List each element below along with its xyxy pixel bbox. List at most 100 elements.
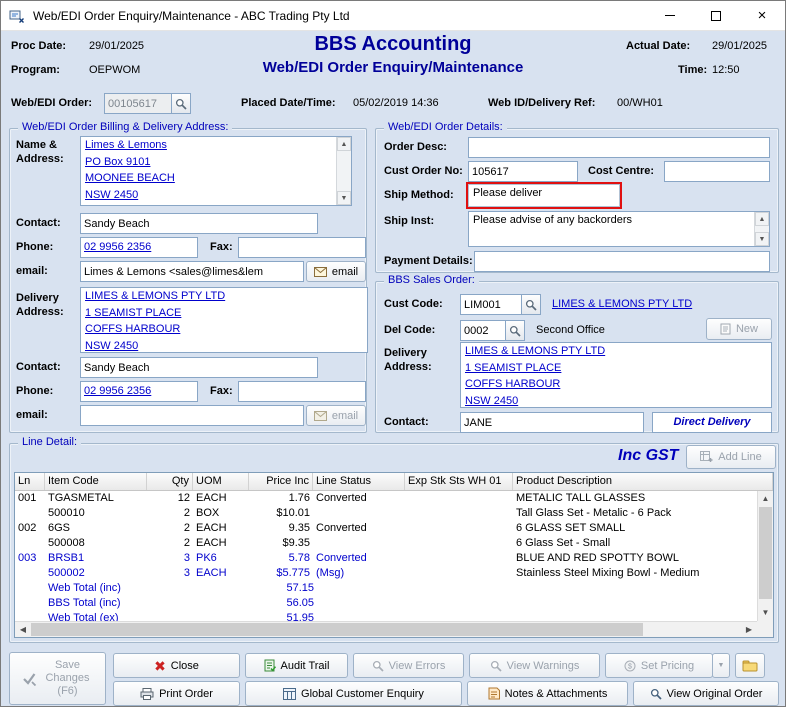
minimize-button[interactable]: [647, 1, 693, 30]
billing-phone-field[interactable]: 02 9956 2356: [80, 237, 198, 258]
global-customer-enquiry-button[interactable]: Global Customer Enquiry: [245, 681, 462, 706]
order-desc-input[interactable]: [468, 137, 770, 158]
del-code-label: Del Code:: [384, 324, 435, 336]
phone-link[interactable]: 02 9956 2356: [81, 382, 197, 397]
billing-address-link[interactable]: MOONEE BEACH: [81, 170, 351, 187]
search-icon: [175, 98, 187, 110]
cell-ln: [15, 536, 45, 551]
actual-date-value: 29/01/2025: [712, 40, 767, 52]
delivery-address-link[interactable]: COFFS HARBOUR: [81, 321, 367, 338]
view-errors-button[interactable]: View Errors: [353, 653, 464, 678]
bbs-delivery-link[interactable]: 1 SEAMIST PLACE: [461, 360, 771, 377]
ship-inst-field[interactable]: Please advise of any backorders ▲ ▼: [468, 211, 770, 247]
delivery-address-link[interactable]: 1 SEAMIST PLACE: [81, 305, 367, 322]
billing-contact-input[interactable]: [80, 213, 318, 234]
web-edi-order-input[interactable]: [104, 93, 172, 114]
del-code-input[interactable]: [460, 320, 506, 341]
notes-attachments-button[interactable]: Notes & Attachments: [467, 681, 628, 706]
program-label: Program:: [11, 64, 60, 76]
window-title: Web/EDI Order Enquiry/Maintenance - ABC …: [33, 9, 350, 23]
scroll-up-icon[interactable]: ▲: [758, 491, 773, 507]
delivery-address-link[interactable]: NSW 2450: [81, 338, 367, 354]
table-row[interactable]: 500008 2 EACH $9.35 6 Glass Set - Small: [15, 536, 757, 551]
close-button[interactable]: ×: [739, 1, 785, 30]
name-address-label: Name & Address:: [16, 138, 74, 166]
cell-line-status: [313, 536, 405, 551]
save-changes-button[interactable]: Save Changes (F6): [9, 652, 106, 705]
add-line-label: Add Line: [718, 451, 761, 463]
delivery-email-input[interactable]: [80, 405, 304, 426]
audit-trail-button[interactable]: Audit Trail: [245, 653, 348, 678]
cust-order-input[interactable]: [468, 161, 578, 182]
billing-address-scrollbar[interactable]: ▲ ▼: [336, 137, 351, 205]
payment-details-input[interactable]: [474, 251, 770, 272]
folder-button[interactable]: [735, 653, 765, 678]
cell-ln: 002: [15, 521, 45, 536]
ship-inst-scrollbar[interactable]: ▲ ▼: [754, 212, 769, 246]
scrollbar-corner: [757, 621, 773, 637]
scroll-down-icon[interactable]: ▼: [337, 191, 351, 205]
close-order-button[interactable]: ✖ Close: [113, 653, 240, 678]
table-row[interactable]: 002 6GS 2 EACH 9.35 Converted 6 GLASS SE…: [15, 521, 757, 536]
email-label: email:: [16, 265, 48, 277]
vertical-scroll-thumb[interactable]: [759, 507, 772, 599]
order-lookup-button[interactable]: [171, 93, 191, 114]
horizontal-scroll-thumb[interactable]: [31, 623, 643, 636]
bbs-delivery-link[interactable]: LIMES & LEMONS PTY LTD: [461, 343, 771, 360]
print-order-button[interactable]: Print Order: [113, 681, 240, 706]
delivery-phone-field[interactable]: 02 9956 2356: [80, 381, 198, 402]
billing-fax-input[interactable]: [238, 237, 366, 258]
billing-address-link[interactable]: PO Box 9101: [81, 154, 351, 171]
bbs-delivery-link[interactable]: NSW 2450: [461, 393, 771, 409]
table-vertical-scrollbar[interactable]: ▲ ▼: [757, 491, 773, 621]
scroll-up-icon[interactable]: ▲: [337, 137, 351, 151]
billing-email-input[interactable]: [80, 261, 304, 282]
ship-inst-text: Please advise of any backorders: [469, 212, 769, 228]
cust-code-lookup-button[interactable]: [521, 294, 541, 315]
delivery-contact-input[interactable]: [80, 357, 318, 378]
printer-icon: [140, 688, 154, 700]
table-row[interactable]: 001 TGASMETAL 12 EACH 1.76 Converted MET…: [15, 491, 757, 506]
add-line-icon: [700, 451, 713, 463]
set-pricing-button[interactable]: $ Set Pricing: [605, 653, 713, 678]
del-code-lookup-button[interactable]: [505, 320, 525, 341]
maximize-button[interactable]: [693, 1, 739, 30]
table-row-selected[interactable]: 500002 3 EACH $5.775 (Msg) Stainless Ste…: [15, 566, 757, 581]
proc-date-label: Proc Date:: [11, 40, 66, 52]
bbs-delivery-link[interactable]: COFFS HARBOUR: [461, 376, 771, 393]
column-header-qty: Qty: [147, 473, 193, 490]
cust-name-link[interactable]: LIMES & LEMONS PTY LTD: [552, 298, 692, 310]
del-code-description: Second Office: [536, 324, 605, 336]
bbs-contact-input[interactable]: [460, 412, 644, 433]
delivery-fax-input[interactable]: [238, 381, 366, 402]
cell-qty: 2: [147, 536, 193, 551]
delivery-address-link[interactable]: LIMES & LEMONS PTY LTD: [81, 288, 367, 305]
table-row[interactable]: 500010 2 BOX $10.01 Tall Glass Set - Met…: [15, 506, 757, 521]
scroll-left-icon[interactable]: ◀: [15, 622, 31, 637]
billing-email-button[interactable]: email: [306, 261, 366, 282]
set-pricing-dropdown-button[interactable]: ▼: [712, 653, 730, 678]
cell-item-code: 500002: [45, 566, 147, 581]
table-horizontal-scrollbar[interactable]: ◀ ▶: [15, 621, 757, 637]
billing-address-link[interactable]: Limes & Lemons: [81, 137, 351, 154]
print-order-label: Print Order: [159, 688, 213, 700]
cust-code-input[interactable]: [460, 294, 522, 315]
delivery-email-button[interactable]: email: [306, 405, 366, 426]
table-row-selected[interactable]: 003 BRSB1 3 PK6 5.78 Converted BLUE AND …: [15, 551, 757, 566]
new-delivery-button[interactable]: New: [706, 318, 772, 340]
billing-address-link[interactable]: NSW 2450: [81, 187, 351, 204]
view-original-order-button[interactable]: View Original Order: [633, 681, 779, 706]
phone2-label: Phone:: [16, 385, 53, 397]
cell-product-description: Tall Glass Set - Metalic - 6 Pack: [513, 506, 757, 521]
search-icon: [372, 660, 384, 672]
phone-link[interactable]: 02 9956 2356: [81, 238, 197, 253]
scroll-right-icon[interactable]: ▶: [741, 622, 757, 637]
add-line-button[interactable]: Add Line: [686, 445, 776, 469]
scroll-up-icon[interactable]: ▲: [755, 212, 769, 226]
cost-centre-input[interactable]: [664, 161, 770, 182]
ship-method-field[interactable]: Please deliver: [468, 184, 620, 207]
view-warnings-button[interactable]: View Warnings: [469, 653, 600, 678]
scroll-down-icon[interactable]: ▼: [758, 605, 773, 621]
cell-item-code: 500008: [45, 536, 147, 551]
scroll-down-icon[interactable]: ▼: [755, 232, 769, 246]
